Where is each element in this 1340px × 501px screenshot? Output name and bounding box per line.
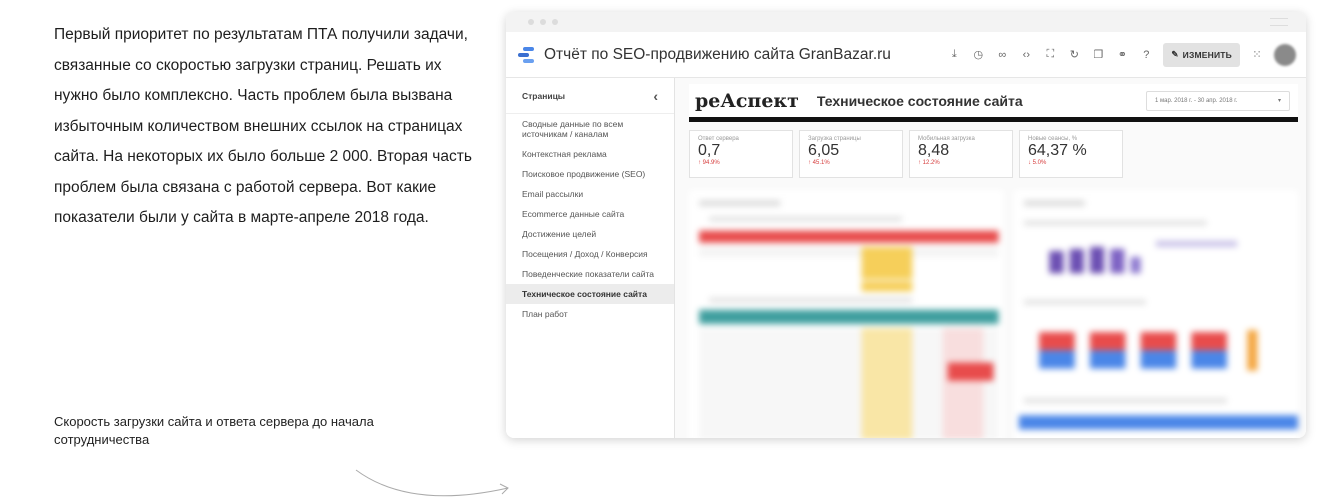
collapse-chevron-icon[interactable]: ‹: [653, 88, 658, 104]
help-icon[interactable]: ?: [1139, 48, 1153, 62]
pages-sidebar: Страницы ‹ Сводные данные по всем источн…: [506, 78, 675, 438]
sidebar-item[interactable]: Техническое состояние сайта: [506, 284, 674, 304]
kpi-row: Ответ сервера 0,7 ↑ 94.9% Загрузка страницы…: [689, 130, 1123, 178]
sidebar-item[interactable]: План работ: [506, 304, 674, 324]
date-range-value: 1 мар. 2018 г. - 30 апр. 2018 г.: [1155, 97, 1238, 104]
kpi-card: Ответ сервера 0,7 ↑ 94.9%: [689, 130, 793, 178]
sidebar-heading: Страницы: [522, 90, 566, 101]
report-window: Отчёт по SEO-продвижению сайта GranBazar…: [506, 12, 1306, 438]
sidebar-item[interactable]: Достижение целей: [506, 224, 674, 244]
window-dot[interactable]: [552, 19, 558, 25]
window-dot[interactable]: [528, 19, 534, 25]
kpi-delta: ↑ 94.9%: [698, 160, 720, 166]
blurred-report-content: [689, 190, 1298, 438]
fullscreen-icon[interactable]: ⛶: [1043, 48, 1057, 62]
kpi-value: 0,7: [698, 142, 721, 159]
sidebar-item[interactable]: Ecommerce данные сайта: [506, 204, 674, 224]
kpi-card: Загрузка страницы 6,05 ↑ 45.1%: [799, 130, 903, 178]
toolbar: ⤓ ◷ ∞ ‹› ⛶ ↻ ❐ ⚭ ? ✎ ИЗМЕНИТЬ ⁙: [947, 42, 1296, 67]
apps-grid-icon[interactable]: ⁙: [1250, 48, 1264, 62]
kpi-card: Мобильная загрузка 8,48 ↑ 12.2%: [909, 130, 1013, 178]
kpi-delta: ↑ 45.1%: [808, 160, 830, 166]
refresh-icon[interactable]: ↻: [1067, 48, 1081, 62]
edit-button-label: ИЗМЕНИТЬ: [1182, 49, 1232, 60]
history-icon[interactable]: ◷: [971, 48, 985, 62]
embed-icon[interactable]: ‹›: [1019, 48, 1033, 62]
sidebar-item[interactable]: Поведенческие показатели сайта: [506, 264, 674, 284]
edit-button[interactable]: ✎ ИЗМЕНИТЬ: [1163, 42, 1240, 67]
kpi-value: 6,05: [808, 142, 840, 159]
date-range-picker[interactable]: 1 мар. 2018 г. - 30 апр. 2018 г. ▾: [1146, 90, 1290, 111]
kpi-value: 64,37 %: [1028, 142, 1087, 159]
report-title: Отчёт по SEO-продвижению сайта GranBazar…: [544, 45, 891, 63]
copy-icon[interactable]: ❐: [1091, 48, 1105, 62]
report-header: реАспект Техническое состояние сайта 1 м…: [689, 84, 1298, 122]
sidebar-header: Страницы ‹: [506, 78, 674, 114]
report-canvas: реАспект Техническое состояние сайта 1 м…: [675, 78, 1306, 438]
kpi-card: Новые сеансы, % 64,37 % ↓ 5.0%: [1019, 130, 1123, 178]
download-icon[interactable]: ⤓: [947, 48, 961, 62]
kpi-delta: ↑ 12.2%: [918, 160, 940, 166]
sidebar-item[interactable]: Посещения / Доход / Конверсия: [506, 244, 674, 264]
reaspekt-logo: реАспект: [695, 89, 799, 112]
sidebar-item[interactable]: Поисковое продвижение (SEO): [506, 164, 674, 184]
menu-icon[interactable]: [1270, 18, 1288, 26]
pencil-icon: ✎: [1171, 49, 1179, 59]
link-icon[interactable]: ∞: [995, 48, 1009, 62]
data-studio-logo-icon: [518, 46, 534, 63]
window-chrome: [506, 12, 1306, 32]
sidebar-item[interactable]: Email рассылки: [506, 184, 674, 204]
share-icon[interactable]: ⚭: [1115, 48, 1129, 62]
report-page-title: Техническое состояние сайта: [816, 92, 1023, 109]
dropdown-arrow-icon: ▾: [1277, 98, 1281, 104]
sidebar-item[interactable]: Контекстная реклама: [506, 144, 674, 164]
article-paragraph: Первый приоритет по результатам ПТА полу…: [54, 26, 472, 226]
kpi-value: 8,48: [918, 142, 950, 159]
app-bar: Отчёт по SEO-продвижению сайта GranBazar…: [506, 32, 1306, 78]
avatar[interactable]: [1274, 43, 1296, 66]
decorative-arrow-icon: [355, 469, 509, 497]
screenshot-caption: Скорость загрузки сайта и ответа сервера…: [54, 414, 374, 447]
sidebar-item[interactable]: Сводные данные по всем источникам / кана…: [506, 114, 674, 144]
kpi-delta: ↓ 5.0%: [1028, 160, 1047, 166]
window-dot[interactable]: [540, 19, 546, 25]
sidebar-list: Сводные данные по всем источникам / кана…: [506, 114, 674, 324]
